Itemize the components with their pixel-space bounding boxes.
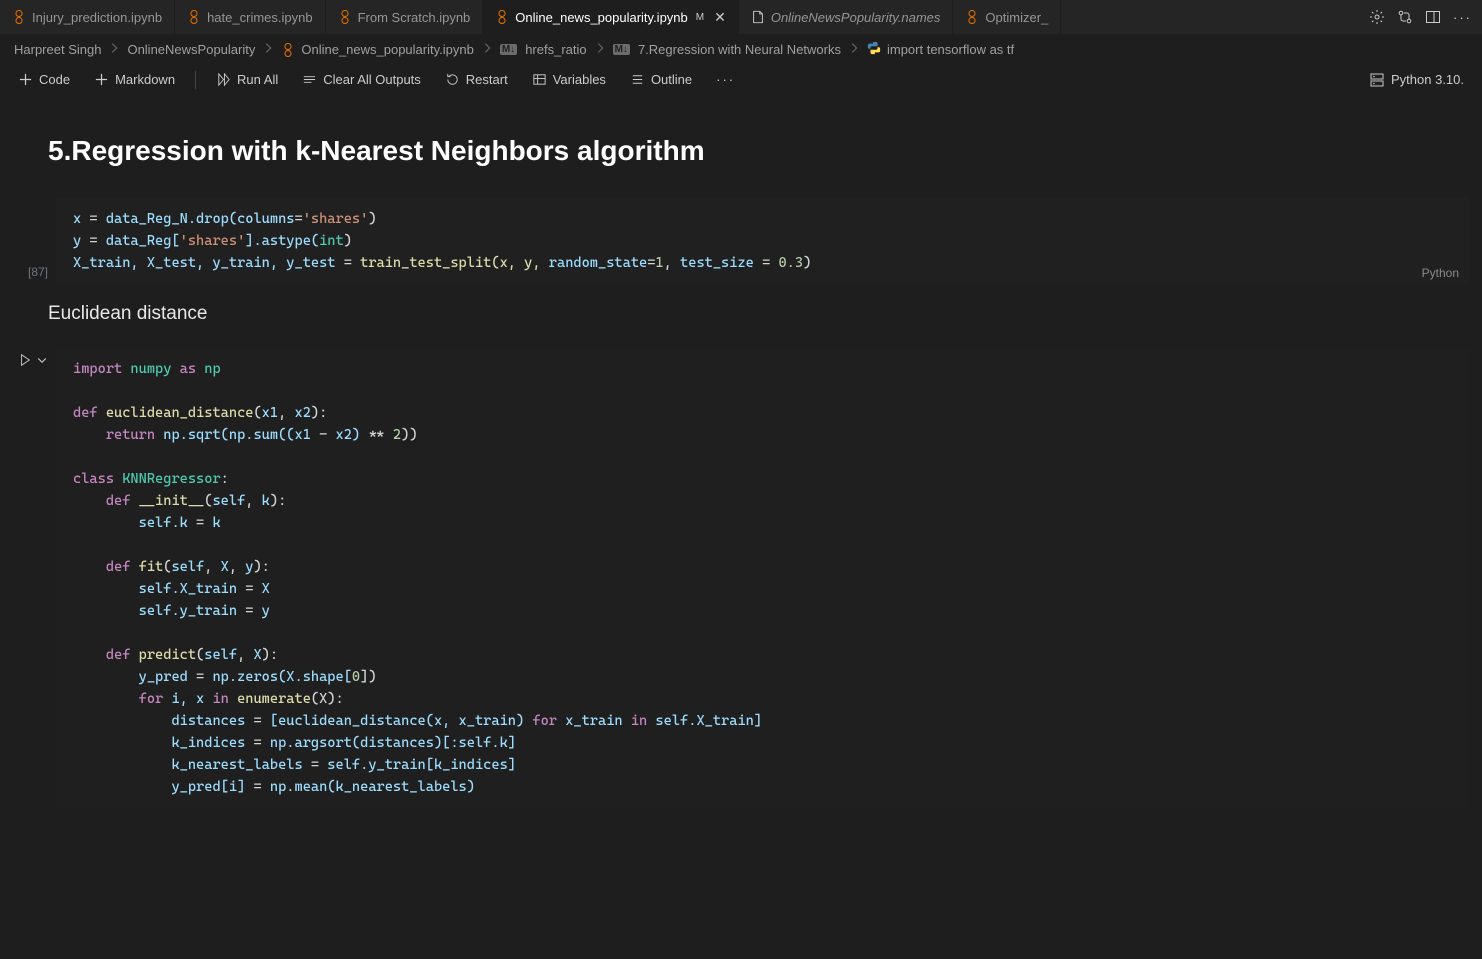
markdown-badge: M↓ — [500, 44, 517, 55]
plus-icon — [94, 72, 109, 87]
git-compare-icon[interactable] — [1397, 9, 1413, 25]
tab-scratch[interactable]: From Scratch.ipynb — [326, 0, 484, 34]
markdown-heading-2: Euclidean distance — [0, 285, 1482, 335]
tab-names[interactable]: OnlineNewsPopularity.names — [739, 0, 954, 34]
crumb[interactable]: import tensorflow as tf — [887, 42, 1014, 57]
crumb[interactable]: Online_news_popularity.ipynb — [301, 42, 473, 57]
tab-label: OnlineNewsPopularity.names — [771, 10, 941, 25]
file-icon — [751, 10, 765, 24]
jupyter-icon — [281, 43, 295, 57]
divider — [195, 71, 196, 89]
variables-icon — [532, 72, 547, 87]
notebook-body[interactable]: 5.Regression with k-Nearest Neighbors al… — [0, 95, 1482, 955]
chevron-right-icon — [593, 41, 607, 58]
dirty-indicator: M — [696, 12, 704, 23]
code-cell-1[interactable]: [87] x = data_Reg_N.drop(columns='shares… — [12, 197, 1470, 285]
python-icon — [867, 41, 881, 58]
tab-optimizer[interactable]: Optimizer_ — [953, 0, 1061, 34]
jupyter-icon — [965, 10, 979, 24]
close-icon[interactable]: ✕ — [714, 9, 726, 26]
label: Code — [39, 72, 70, 87]
execution-count: [87] — [28, 265, 48, 285]
language-label: Python — [1422, 266, 1459, 280]
markdown-badge: M↓ — [613, 44, 630, 55]
run-cell-button[interactable] — [18, 353, 32, 370]
titlebar-actions: ··· — [1359, 0, 1482, 34]
tab-label: Online_news_popularity.ipynb — [515, 10, 687, 25]
clear-outputs-button[interactable]: Clear All Outputs — [292, 68, 431, 91]
jupyter-icon — [187, 10, 201, 24]
crumb[interactable]: hrefs_ratio — [525, 42, 586, 57]
add-markdown-button[interactable]: Markdown — [84, 68, 185, 91]
chevron-right-icon — [107, 41, 121, 58]
more-button[interactable]: ··· — [706, 68, 745, 91]
chevron-right-icon — [261, 41, 275, 58]
jupyter-icon — [338, 10, 352, 24]
tab-label: Optimizer_ — [985, 10, 1048, 25]
label: Markdown — [115, 72, 175, 87]
jupyter-icon — [495, 10, 509, 24]
label: Outline — [651, 72, 692, 87]
more-icon: ··· — [716, 72, 735, 87]
chevron-down-icon[interactable] — [36, 354, 48, 369]
notebook-toolbar: Code Markdown Run All Clear All Outputs … — [0, 64, 1482, 95]
code-editor[interactable]: x = data_Reg_N.drop(columns='shares') y … — [56, 197, 1470, 285]
restart-button[interactable]: Restart — [435, 68, 518, 91]
jupyter-icon — [12, 10, 26, 24]
tab-label: Injury_prediction.ipynb — [32, 10, 162, 25]
server-icon — [1369, 72, 1385, 88]
breadcrumb: Harpreet Singh OnlineNewsPopularity Onli… — [0, 35, 1482, 64]
code-cell-2[interactable]: import numpy as np def euclidean_distanc… — [12, 347, 1470, 809]
code-content[interactable]: import numpy as np def euclidean_distanc… — [57, 348, 1469, 808]
layout-icon[interactable] — [1425, 9, 1441, 25]
code-editor[interactable]: import numpy as np def euclidean_distanc… — [56, 347, 1470, 809]
add-code-button[interactable]: Code — [8, 68, 80, 91]
tab-hate[interactable]: hate_crimes.ipynb — [175, 0, 326, 34]
label: Run All — [237, 72, 278, 87]
cell-gutter — [12, 347, 56, 809]
crumb[interactable]: OnlineNewsPopularity — [127, 42, 255, 57]
label: Restart — [466, 72, 508, 87]
label: Variables — [553, 72, 606, 87]
cell-gutter: [87] — [12, 197, 56, 285]
chevron-right-icon — [847, 41, 861, 58]
restart-icon — [445, 72, 460, 87]
plus-icon — [18, 72, 33, 87]
outline-button[interactable]: Outline — [620, 68, 702, 91]
more-icon[interactable]: ··· — [1453, 10, 1472, 25]
tab-online-active[interactable]: Online_news_popularity.ipynb M ✕ — [483, 0, 739, 34]
outline-icon — [630, 72, 645, 87]
tab-label: hate_crimes.ipynb — [207, 10, 313, 25]
crumb[interactable]: Harpreet Singh — [14, 42, 101, 57]
clear-icon — [302, 72, 317, 87]
kernel-picker[interactable]: Python 3.10. — [1369, 72, 1474, 88]
run-all-button[interactable]: Run All — [206, 68, 288, 91]
tab-injury[interactable]: Injury_prediction.ipynb — [0, 0, 175, 34]
chevron-right-icon — [480, 41, 494, 58]
crumb[interactable]: 7.Regression with Neural Networks — [638, 42, 841, 57]
editor-tabs: Injury_prediction.ipynb hate_crimes.ipyn… — [0, 0, 1482, 35]
code-content[interactable]: x = data_Reg_N.drop(columns='shares') y … — [57, 198, 1469, 284]
label: Clear All Outputs — [323, 72, 421, 87]
variables-button[interactable]: Variables — [522, 68, 616, 91]
gear-icon[interactable] — [1369, 9, 1385, 25]
markdown-heading-1: 5.Regression with k-Nearest Neighbors al… — [0, 115, 1482, 185]
tab-label: From Scratch.ipynb — [358, 10, 471, 25]
kernel-label: Python 3.10. — [1391, 72, 1464, 87]
run-all-icon — [216, 72, 231, 87]
